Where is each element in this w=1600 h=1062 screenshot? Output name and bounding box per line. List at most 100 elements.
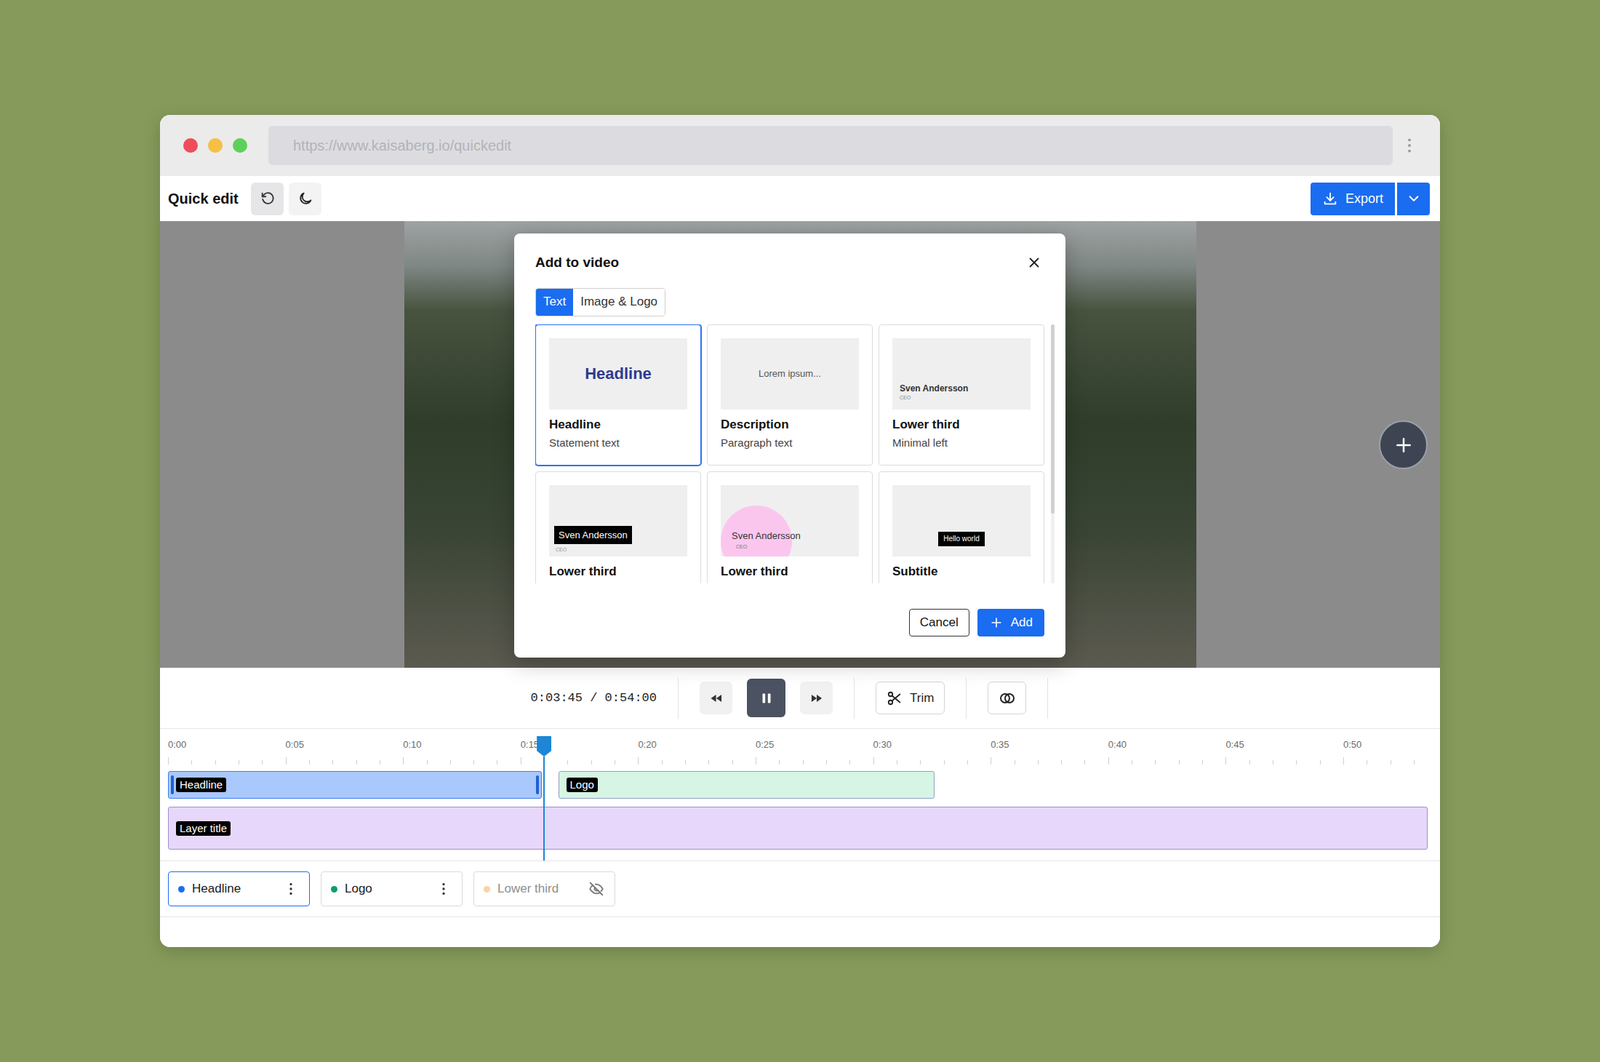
browser-menu-button[interactable] xyxy=(1392,129,1426,163)
undo-icon xyxy=(259,190,276,207)
url-text: https://www.kaisaberg.io/quickedit xyxy=(293,134,512,157)
tabs-row: TextImage & Logo xyxy=(535,273,1045,317)
trim-handle-left[interactable] xyxy=(170,775,174,795)
layer-chip[interactable]: Headline xyxy=(168,871,310,907)
export-button[interactable]: Export xyxy=(1310,182,1395,216)
play-pause-button[interactable] xyxy=(746,678,786,718)
video-area: Add to videoTextImage & LogoHeadlineHead… xyxy=(160,221,1440,668)
ruler-label: 0:30 xyxy=(873,738,892,751)
close-button[interactable] xyxy=(1024,252,1045,273)
ruler-tick xyxy=(1014,760,1016,765)
dark-mode-button[interactable] xyxy=(288,182,322,216)
ruler-tick xyxy=(261,760,263,765)
timeline-clip[interactable]: Headline xyxy=(168,770,542,799)
address-bar[interactable]: https://www.kaisaberg.io/quickedit xyxy=(268,125,1393,166)
ruler-tick xyxy=(967,760,968,765)
layer-menu-button[interactable] xyxy=(432,877,455,900)
forward-button[interactable] xyxy=(800,681,833,715)
add-button[interactable]: Add xyxy=(977,608,1045,637)
chevron-down-icon xyxy=(1405,190,1422,207)
clip-label: Layer title xyxy=(176,821,231,836)
ruler-tick xyxy=(309,760,310,765)
cancel-button[interactable]: Cancel xyxy=(909,608,970,637)
ruler-tick xyxy=(215,760,216,765)
template-card[interactable]: Hello worldSubtitle xyxy=(878,471,1045,584)
timeline-clip[interactable]: Logo xyxy=(558,770,935,799)
card-title: Headline xyxy=(549,417,688,432)
undo-button[interactable] xyxy=(250,182,284,216)
dialog-header: Add to video xyxy=(535,252,1045,274)
card-subtitle: Statement text xyxy=(549,435,688,451)
layer-chip[interactable]: Logo xyxy=(320,871,463,907)
timeline-clip[interactable]: Layer title xyxy=(168,806,1428,850)
template-card[interactable]: Headline Headline Statement text xyxy=(535,324,702,466)
trim-button[interactable]: Trim xyxy=(875,681,945,715)
close-window-button[interactable] xyxy=(183,138,198,153)
ruler-tick xyxy=(168,757,169,765)
ruler-tick xyxy=(356,760,358,765)
ruler-tick xyxy=(778,760,780,765)
ruler-tick xyxy=(1249,760,1251,765)
template-card[interactable]: Sven AnderssonCEOLower thirdMinimal left xyxy=(878,324,1045,466)
dialog-title: Add to video xyxy=(535,252,619,274)
separator xyxy=(965,677,967,719)
forward-icon xyxy=(809,690,824,706)
ruler-tick xyxy=(379,760,381,765)
visibility-toggle[interactable] xyxy=(585,877,608,900)
scrollbar-thumb[interactable] xyxy=(1050,324,1055,514)
dialog-tab[interactable]: Text xyxy=(536,288,574,316)
preview-role: CEO xyxy=(736,543,747,550)
ruler-tick xyxy=(1320,760,1321,765)
ruler-tick xyxy=(1390,760,1392,765)
timeline-ruler: 0:000:050:100:150:200:250:300:350:400:45… xyxy=(168,728,1429,765)
template-card[interactable]: Sven AnderssonCEOLower third xyxy=(535,471,702,584)
footer-strip xyxy=(160,917,1440,947)
transition-button[interactable] xyxy=(987,681,1027,715)
ruler-tick xyxy=(1178,760,1180,765)
eye-off-icon xyxy=(588,880,605,897)
timeline-track: Layer title xyxy=(168,806,1429,850)
template-card[interactable]: Lorem ipsum...DescriptionParagraph text xyxy=(706,324,873,466)
clip-label: Logo xyxy=(566,777,598,792)
add-label: Add xyxy=(1010,613,1033,632)
ruler-label: 0:50 xyxy=(1343,738,1362,751)
layer-name: Logo xyxy=(344,879,426,899)
preview-paragraph: Lorem ipsum... xyxy=(758,366,822,382)
minimize-window-button[interactable] xyxy=(208,138,223,153)
trim-handle-right[interactable] xyxy=(536,775,539,795)
layer-name: Headline xyxy=(192,879,273,899)
preview-headline: Headline xyxy=(584,361,652,386)
ruler-label: 0:45 xyxy=(1225,738,1244,751)
download-icon xyxy=(1322,190,1339,207)
layer-chip[interactable]: Lower third xyxy=(473,871,616,907)
dialog-tab[interactable]: Image & Logo xyxy=(573,288,665,316)
maximize-window-button[interactable] xyxy=(232,138,248,153)
layers-bar: Headline Logo Lower third xyxy=(160,861,1440,918)
ruler-tick xyxy=(285,757,287,765)
card-preview: Lorem ipsum... xyxy=(720,338,859,410)
playhead-line xyxy=(543,756,545,861)
template-card[interactable]: Sven AnderssonCEO Lower third xyxy=(706,471,873,584)
card-title: Lower third xyxy=(720,564,859,579)
ruler-tick xyxy=(873,757,875,765)
card-title: Lower third xyxy=(549,564,688,579)
add-element-button[interactable] xyxy=(1378,420,1428,470)
export-label: Export xyxy=(1345,189,1384,209)
separator xyxy=(1047,677,1048,719)
ruler-tick xyxy=(591,760,592,765)
preview-name: Sven Andersson xyxy=(731,530,801,542)
browser-window: https://www.kaisaberg.io/quickeditQuick … xyxy=(160,114,1440,947)
layer-menu-button[interactable] xyxy=(280,877,302,900)
playhead[interactable] xyxy=(536,736,552,861)
ruler-tick xyxy=(755,757,757,765)
ruler-label: 0:00 xyxy=(168,738,187,751)
rewind-button[interactable] xyxy=(699,681,733,715)
export-options-button[interactable] xyxy=(1397,182,1430,216)
ruler-tick xyxy=(1108,757,1110,765)
ruler-tick xyxy=(685,760,686,765)
ruler-tick xyxy=(1225,757,1227,765)
ruler-tick xyxy=(896,760,898,765)
ruler-label: 0:25 xyxy=(755,738,774,751)
card-title: Subtitle xyxy=(892,564,1031,579)
ruler-tick xyxy=(567,760,568,765)
